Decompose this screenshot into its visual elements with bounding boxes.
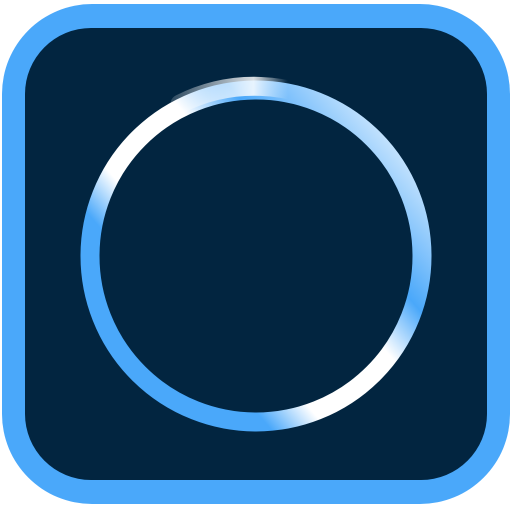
ring-app-icon xyxy=(2,4,510,504)
icon-canvas xyxy=(0,0,512,512)
